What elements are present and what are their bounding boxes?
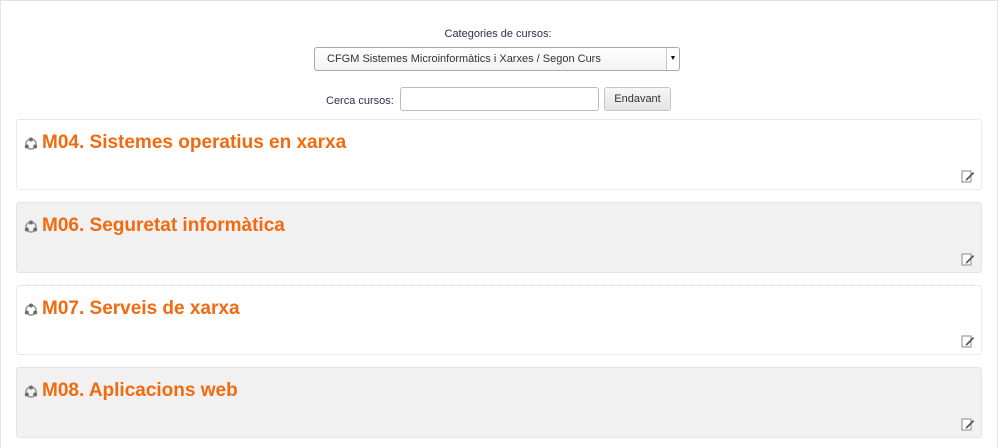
- categories-label: Categories de cursos:: [444, 28, 552, 40]
- course-icon: [24, 220, 38, 233]
- course-link[interactable]: M07. Serveis de xarxa: [42, 298, 240, 320]
- course-box: M06. Seguretat informàtica: [16, 202, 982, 273]
- category-select-value: CFGM Sistemes Microinformàtics i Xarxes …: [327, 53, 601, 65]
- search-label: Cerca cursos:: [326, 95, 394, 107]
- course-icon: [24, 137, 38, 150]
- course-icon: [24, 303, 38, 316]
- course-box: M08. Aplicacions web: [16, 367, 982, 438]
- edit-icon[interactable]: [961, 334, 975, 348]
- category-select[interactable]: CFGM Sistemes Microinformàtics i Xarxes …: [314, 47, 680, 71]
- edit-icon[interactable]: [961, 169, 975, 183]
- course-link[interactable]: M08. Aplicacions web: [42, 380, 238, 402]
- course-icon: [24, 385, 38, 398]
- search-button[interactable]: Endavant: [604, 87, 671, 111]
- course-box: M07. Serveis de xarxa: [16, 285, 982, 355]
- course-link[interactable]: M06. Seguretat informàtica: [42, 215, 285, 237]
- course-link[interactable]: M04. Sistemes operatius en xarxa: [42, 132, 346, 154]
- search-input[interactable]: [400, 87, 599, 111]
- course-box: M04. Sistemes operatius en xarxa: [16, 119, 982, 190]
- edit-icon[interactable]: [961, 417, 975, 431]
- dropdown-arrow-icon: ▼: [666, 48, 679, 70]
- edit-icon[interactable]: [961, 252, 975, 266]
